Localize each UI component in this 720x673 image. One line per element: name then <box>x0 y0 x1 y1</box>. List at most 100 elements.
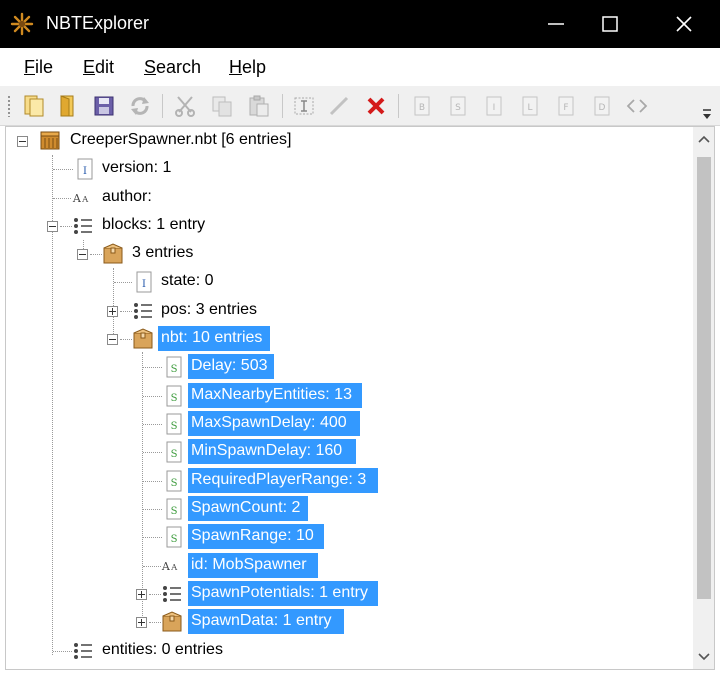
cut-icon[interactable] <box>173 94 197 118</box>
rename-icon[interactable] <box>292 94 316 118</box>
svg-text:S: S <box>171 506 178 517</box>
tree-line <box>143 396 162 397</box>
svg-text:S: S <box>171 478 178 489</box>
add-int-icon[interactable]: I <box>482 94 506 118</box>
tree-line <box>90 254 102 255</box>
tree-node-root[interactable]: CreeperSpawner.nbt [6 entries] <box>6 127 690 155</box>
collapse-toggle[interactable] <box>17 136 28 147</box>
add-bytearray-icon[interactable] <box>625 94 649 118</box>
menu-file[interactable]: File <box>24 57 53 78</box>
nbt-tree-view[interactable]: CreeperSpawner.nbt [6 entries] I version… <box>5 126 715 670</box>
toolbar-grip[interactable] <box>7 95 11 117</box>
tree-line <box>143 566 161 567</box>
tree-line <box>143 424 162 425</box>
tree-line <box>143 367 162 368</box>
list-tag-icon <box>134 303 152 319</box>
maximize-button[interactable] <box>582 0 638 48</box>
add-float-icon[interactable]: F <box>554 94 578 118</box>
scroll-up-icon[interactable] <box>693 129 715 151</box>
tree-line <box>143 452 162 453</box>
svg-text:S: S <box>171 364 178 375</box>
tree-node-label: state: 0 <box>161 272 214 289</box>
tree-node-minspawndelay[interactable]: S MinSpawnDelay: 160 <box>6 438 690 466</box>
toolbar-overflow-icon[interactable] <box>700 106 714 122</box>
tree-node-compound[interactable]: 3 entries <box>6 240 690 268</box>
svg-text:I: I <box>493 103 496 113</box>
vertical-scrollbar[interactable] <box>693 127 715 669</box>
svg-text:A: A <box>170 562 178 572</box>
edit-icon[interactable] <box>327 94 351 118</box>
svg-text:B: B <box>419 103 425 113</box>
menu-help-accesskey: H <box>229 57 242 77</box>
tree-node-spawncount[interactable]: S SpawnCount: 2 <box>6 495 690 523</box>
collapse-toggle[interactable] <box>107 334 118 345</box>
tree-node-label: MinSpawnDelay: 160 <box>191 442 343 459</box>
open-folder-icon[interactable] <box>56 94 80 118</box>
short-tag-icon: S <box>166 470 182 492</box>
tree-node-label: blocks: 1 entry <box>102 216 206 233</box>
menu-edit-label: dit <box>95 57 115 77</box>
toolbar-separator <box>282 94 283 118</box>
refresh-icon[interactable] <box>128 94 152 118</box>
tree-node-maxnearbyentities[interactable]: S MaxNearbyEntities: 13 <box>6 382 690 410</box>
tree-node-version[interactable]: I version: 1 <box>6 155 690 183</box>
svg-text:I: I <box>83 166 87 177</box>
scrollbar-thumb[interactable] <box>697 157 711 599</box>
tree-node-spawnrange[interactable]: S SpawnRange: 10 <box>6 523 690 551</box>
tree-node-blocks[interactable]: blocks: 1 entry <box>6 212 690 240</box>
tree-node-pos[interactable]: pos: 3 entries <box>6 297 690 325</box>
copy-icon[interactable] <box>210 94 234 118</box>
tree-node-label: Delay: 503 <box>191 357 268 374</box>
expand-toggle[interactable] <box>107 306 118 317</box>
tree-line <box>53 651 72 652</box>
svg-text:A: A <box>161 560 171 573</box>
collapse-toggle[interactable] <box>47 221 58 232</box>
menu-search[interactable]: Search <box>144 57 201 78</box>
tree-node-maxspawndelay[interactable]: S MaxSpawnDelay: 400 <box>6 410 690 438</box>
app-logo-icon <box>10 12 34 36</box>
tree-node-label: MaxNearbyEntities: 13 <box>191 386 352 403</box>
tree-node-label: SpawnRange: 10 <box>191 527 314 544</box>
svg-text:S: S <box>171 393 178 404</box>
toolbar-separator <box>398 94 399 118</box>
short-tag-icon: S <box>166 441 182 463</box>
tree-node-spawnpotentials[interactable]: SpawnPotentials: 1 entry <box>6 580 690 608</box>
tree-node-entities[interactable]: entities: 0 entries <box>6 637 690 665</box>
save-icon[interactable] <box>92 94 116 118</box>
string-tag-icon: A A <box>161 560 178 573</box>
expand-toggle[interactable] <box>136 617 147 628</box>
tree-node-author[interactable]: A A author: <box>6 184 690 212</box>
collapse-toggle[interactable] <box>77 249 88 260</box>
menu-edit[interactable]: Edit <box>83 57 114 78</box>
tree-node-requiredplayerrange[interactable]: S RequiredPlayerRange: 3 <box>6 467 690 495</box>
tree-node-delay[interactable]: S Delay: 503 <box>6 353 690 381</box>
nbt-file-icon <box>40 131 60 150</box>
open-file-icon[interactable] <box>22 94 46 118</box>
tree-line <box>149 594 161 595</box>
tree-node-label: nbt: 10 entries <box>161 329 263 346</box>
tree-node-state[interactable]: I state: 0 <box>6 268 690 296</box>
tree-line <box>53 169 73 170</box>
add-double-icon[interactable]: D <box>590 94 614 118</box>
menu-help[interactable]: Help <box>229 57 266 78</box>
add-byte-icon[interactable]: B <box>410 94 434 118</box>
add-long-icon[interactable]: L <box>518 94 542 118</box>
paste-icon[interactable] <box>247 94 271 118</box>
scroll-down-icon[interactable] <box>693 645 715 667</box>
delete-icon[interactable] <box>364 94 388 118</box>
tree-line <box>149 622 161 623</box>
tree-node-label: SpawnData: 1 entry <box>191 612 332 629</box>
tree-node-spawndata[interactable]: SpawnData: 1 entry <box>6 608 690 636</box>
expand-toggle[interactable] <box>136 589 147 600</box>
tree-node-id[interactable]: A A id: MobSpawner <box>6 552 690 580</box>
tree-node-label: pos: 3 entries <box>161 301 258 318</box>
short-tag-icon: S <box>166 413 182 435</box>
short-tag-icon: S <box>166 498 182 520</box>
tree-node-label: SpawnCount: 2 <box>191 499 301 516</box>
svg-text:I: I <box>142 279 146 290</box>
short-tag-icon: S <box>166 526 182 548</box>
close-button[interactable] <box>656 0 712 48</box>
add-short-icon[interactable]: S <box>446 94 470 118</box>
minimize-button[interactable] <box>528 0 584 48</box>
tree-node-nbt[interactable]: nbt: 10 entries <box>6 325 690 353</box>
